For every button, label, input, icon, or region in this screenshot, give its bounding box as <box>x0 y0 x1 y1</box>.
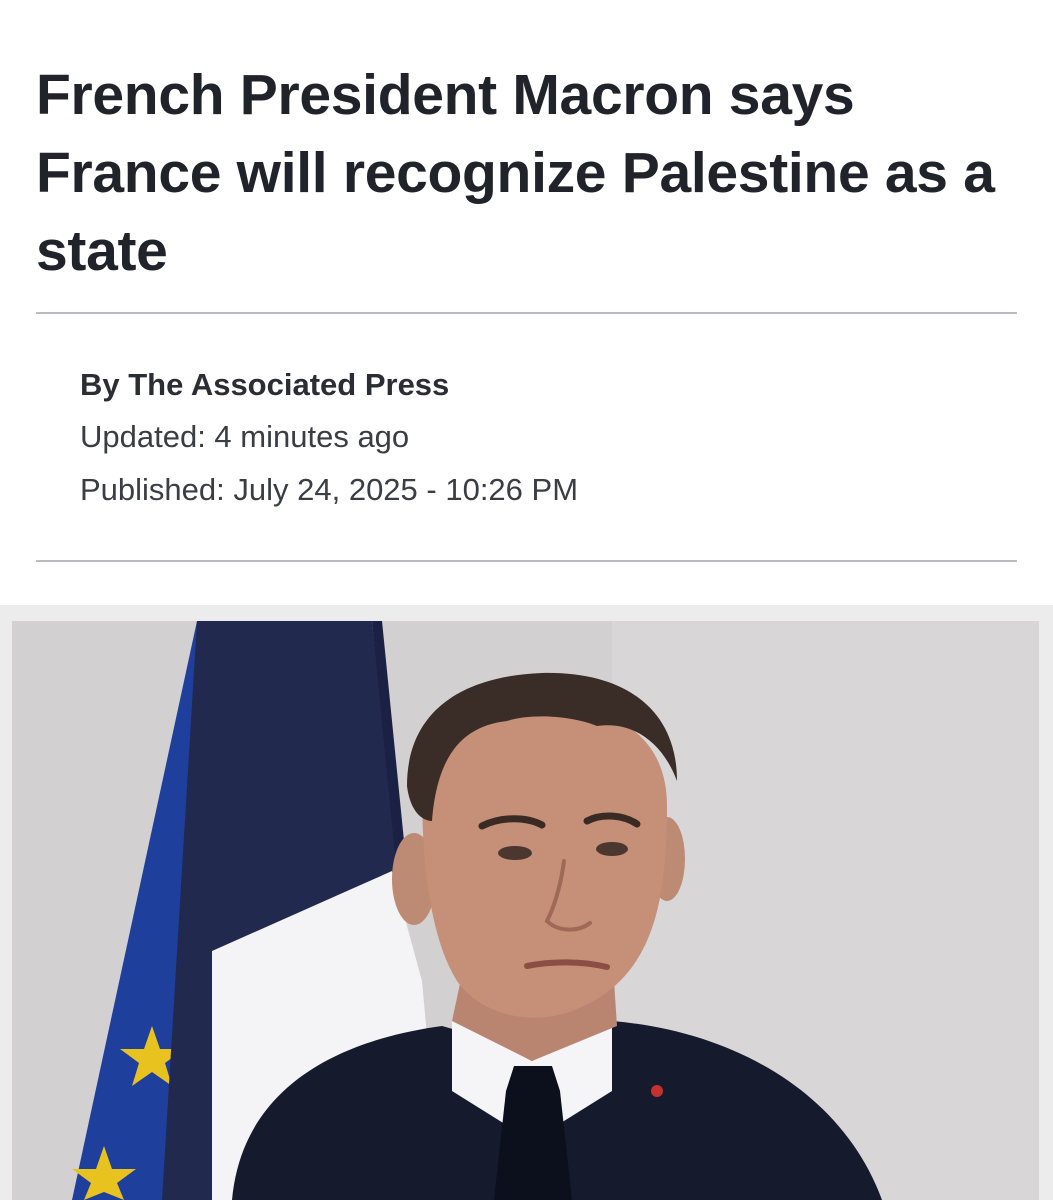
lead-photo-frame <box>0 605 1053 1200</box>
article-meta: By The Associated Press Updated: 4 minut… <box>80 360 980 516</box>
headline-divider <box>36 312 1017 314</box>
right-eye <box>596 842 628 856</box>
published-timestamp: Published: July 24, 2025 - 10:26 PM <box>80 472 579 507</box>
byline[interactable]: By The Associated Press <box>80 360 980 410</box>
lead-photo[interactable] <box>12 621 1039 1200</box>
lapel-pin <box>651 1085 663 1097</box>
updated-timestamp: Updated: 4 minutes ago <box>80 419 410 454</box>
left-eye <box>498 846 532 860</box>
article-headline: French President Macron says France will… <box>36 63 995 283</box>
meta-divider <box>36 560 1017 562</box>
lead-photo-illustration <box>12 621 1039 1200</box>
